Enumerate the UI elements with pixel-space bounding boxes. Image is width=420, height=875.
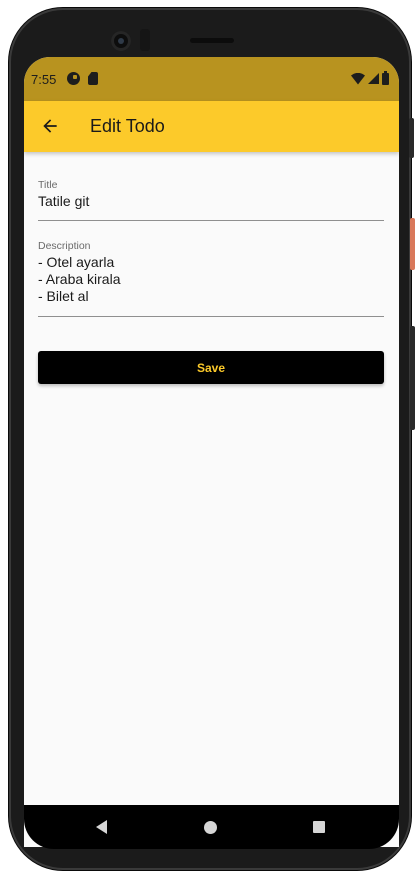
- system-nav-bar: [24, 805, 399, 849]
- power-side-button: [409, 118, 414, 158]
- title-field-value[interactable]: Tatile git: [38, 193, 89, 210]
- side-button: [410, 326, 415, 430]
- status-time: 7:55: [31, 72, 57, 87]
- nav-home-icon[interactable]: [204, 821, 217, 834]
- signal-icon: [368, 73, 379, 84]
- nav-back-icon[interactable]: [96, 820, 107, 834]
- page-title: Edit Todo: [90, 116, 165, 136]
- g-icon: [67, 72, 80, 85]
- status-right-icons: [351, 70, 389, 85]
- screen: 7:55 Edit Todo Title Tatile git Descript…: [24, 57, 399, 847]
- arrow-back-icon: [43, 119, 57, 133]
- status-bar: 7:55: [24, 57, 399, 101]
- earpiece-speaker: [190, 38, 234, 43]
- sensor: [140, 29, 150, 51]
- save-button[interactable]: Save: [38, 351, 384, 384]
- wifi-icon: [351, 72, 365, 85]
- volume-side-button: [410, 218, 415, 270]
- nav-recents-icon[interactable]: [313, 821, 325, 833]
- description-field-value[interactable]: - Otel ayarla - Araba kirala - Bilet al: [38, 254, 120, 305]
- app-bar: Edit Todo: [24, 101, 399, 152]
- description-field-label: Description: [38, 240, 91, 252]
- save-button-label: Save: [196, 360, 226, 375]
- title-field[interactable]: Title Tatile git: [38, 177, 384, 221]
- title-field-label: Title: [38, 179, 58, 191]
- battery-icon: [382, 70, 389, 85]
- sd-card-icon: [88, 72, 98, 85]
- front-camera: [111, 31, 131, 51]
- back-button[interactable]: [34, 110, 66, 142]
- description-field[interactable]: Description - Otel ayarla - Araba kirala…: [38, 238, 384, 317]
